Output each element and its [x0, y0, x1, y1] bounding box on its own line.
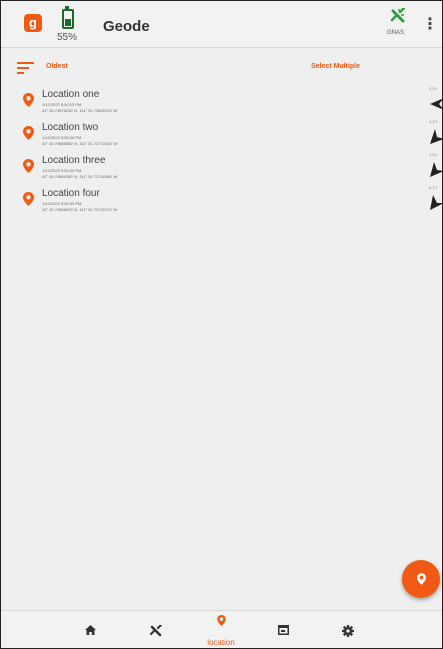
location-distance: 1.3 f	[429, 119, 437, 124]
location-name: Location four	[42, 188, 100, 199]
direction-arrow-icon	[430, 129, 442, 144]
gear-icon	[342, 625, 354, 637]
location-distance: 0.7 f	[429, 185, 437, 190]
location-pin-icon	[417, 573, 426, 585]
nav-home[interactable]	[61, 611, 121, 648]
location-timestamp: 1/12/2022 5:50:26 PM	[42, 135, 82, 140]
page-title: Geode	[103, 18, 150, 35]
battery-icon	[62, 6, 74, 29]
location-distance: 1.0 f	[429, 152, 437, 157]
select-multiple-button[interactable]: Select Multiple	[311, 63, 360, 70]
location-pin-icon	[23, 159, 34, 173]
location-distance: 2.3 f	[429, 86, 437, 91]
list-item[interactable]: Location three 1/12/2022 5:50:40 PM 41° …	[1, 152, 442, 184]
sort-icon[interactable]	[17, 62, 34, 74]
list-item[interactable]: Location one 1/12/2022 5:50:13 PM 41° 45…	[1, 86, 442, 118]
location-coordinates: 41° 45.74566650' N, 111° 51.72770150' W	[42, 141, 118, 146]
satellite-icon	[150, 625, 162, 637]
add-location-button[interactable]	[402, 560, 440, 598]
nav-gnss[interactable]	[126, 611, 186, 648]
location-name: Location three	[42, 155, 106, 166]
direction-arrow-icon	[430, 162, 442, 177]
map-icon	[278, 625, 289, 635]
location-pin-icon	[217, 615, 226, 626]
location-pin-icon	[23, 192, 34, 206]
app-header: g 55% Geode GNAS ⋮	[1, 1, 442, 48]
nav-map[interactable]	[254, 611, 314, 648]
app-window: g 55% Geode GNAS ⋮ Oldest Select Multipl…	[0, 0, 443, 649]
direction-arrow-icon	[430, 195, 442, 210]
geode-logo: g	[24, 14, 42, 32]
location-pin-icon	[23, 126, 34, 140]
home-icon	[85, 625, 96, 635]
gnss-satellite-icon[interactable]	[390, 8, 406, 26]
nav-location-label: location	[207, 638, 235, 647]
list-toolbar: Oldest Select Multiple	[1, 59, 442, 79]
list-item[interactable]: Location two 1/12/2022 5:50:26 PM 41° 45…	[1, 119, 442, 151]
location-coordinates: 41° 45.74564280' N, 111° 51.72741860' W	[42, 174, 118, 179]
location-timestamp: 1/12/2022 5:50:13 PM	[42, 102, 82, 107]
sort-order-button[interactable]: Oldest	[46, 63, 68, 70]
location-timestamp: 1/12/2022 5:50:53 PM	[42, 201, 82, 206]
direction-arrow-icon	[430, 98, 442, 110]
location-coordinates: 41° 45.74575230' N, 111° 51.73601010' W	[42, 108, 118, 113]
overflow-menu-icon[interactable]: ⋮	[422, 14, 438, 34]
nav-location[interactable]: location	[191, 611, 251, 648]
bottom-navigation: location	[1, 610, 442, 648]
location-pin-icon	[23, 93, 34, 107]
location-name: Location two	[42, 122, 99, 133]
list-item[interactable]: Location four 1/12/2022 5:50:53 PM 41° 4…	[1, 185, 442, 217]
location-coordinates: 41° 45.74566670' N, 111° 51.72741070' W	[42, 207, 118, 212]
battery-percent: 55%	[57, 32, 78, 43]
location-name: Location one	[42, 89, 100, 100]
location-timestamp: 1/12/2022 5:50:40 PM	[42, 168, 82, 173]
gnss-label: GNAS	[387, 30, 405, 36]
nav-settings[interactable]	[318, 611, 378, 648]
